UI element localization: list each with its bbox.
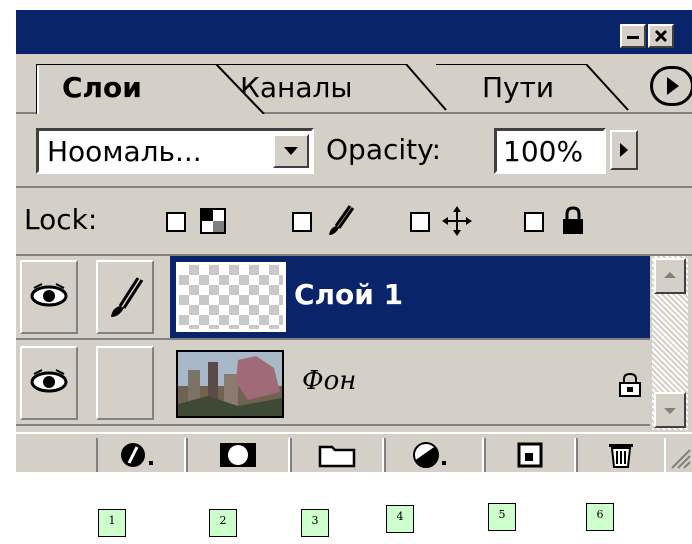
layer-thumbnail <box>176 350 284 418</box>
blend-mode-value: Ноомаль... <box>47 135 202 168</box>
lock-label: Lock: <box>24 203 98 236</box>
minimize-button[interactable] <box>620 24 646 48</box>
bottom-toolbar <box>16 432 692 472</box>
callout-2: 2 <box>209 509 237 537</box>
callout-5: 5 <box>488 503 516 531</box>
layer-style-button[interactable] <box>96 438 186 472</box>
brush-icon <box>329 205 354 235</box>
opacity-slider-button[interactable] <box>610 130 638 170</box>
resize-grip-icon[interactable] <box>666 444 692 470</box>
new-fill-adjustment-button[interactable] <box>384 438 484 472</box>
layer-name: Слой 1 <box>294 278 404 311</box>
lock-all-checkbox[interactable] <box>524 212 544 232</box>
opacity-value: 100% <box>503 135 584 168</box>
callout-6: 6 <box>586 503 614 531</box>
layer-link-toggle[interactable] <box>96 346 154 420</box>
palette-menu-button[interactable] <box>650 66 692 106</box>
title-bar[interactable] <box>16 10 692 54</box>
scroll-up-button[interactable] <box>654 258 686 294</box>
lock-row: Lock: <box>16 188 692 256</box>
mask-icon <box>220 443 256 467</box>
callout-3: 3 <box>301 509 329 537</box>
brush-icon <box>111 277 144 317</box>
blend-mode-dropdown-button[interactable] <box>273 134 309 168</box>
lock-position-checkbox[interactable] <box>410 212 430 232</box>
trash-icon <box>609 444 633 468</box>
layer-lock-icon <box>619 372 641 397</box>
play-arrow-icon <box>667 77 679 95</box>
callout-4: 4 <box>386 505 414 533</box>
vertical-scrollbar[interactable] <box>652 256 688 430</box>
lock-icon <box>563 206 583 234</box>
move-icon <box>442 206 472 236</box>
layer-row[interactable]: Слой 1 <box>16 256 650 340</box>
opacity-field[interactable]: 100% <box>494 128 606 174</box>
new-layer-icon <box>517 442 543 468</box>
layer-name: Фон <box>302 366 357 396</box>
folder-icon <box>318 445 356 468</box>
layer-visibility-toggle[interactable] <box>20 346 78 420</box>
tab-layers[interactable]: Слои <box>36 64 266 114</box>
layers-palette: Каналы Пути Слои Ноомаль... Opacity: 100… <box>14 8 692 472</box>
callout-1: 1 <box>98 509 126 537</box>
tab-layers-label: Слои <box>62 71 142 104</box>
lock-image-pixels-checkbox[interactable] <box>292 212 312 232</box>
blend-mode-select[interactable]: Ноомаль... <box>36 128 314 174</box>
layer-visibility-toggle[interactable] <box>20 260 78 334</box>
tab-paths-label: Пути <box>482 71 555 104</box>
photo-thumbnail-image <box>178 352 282 416</box>
new-layer-button[interactable] <box>484 438 576 472</box>
minimize-icon <box>627 36 639 39</box>
layer-style-icon <box>121 443 153 467</box>
blend-row: Ноомаль... Opacity: 100% <box>16 114 692 188</box>
tab-bar: Каналы Пути Слои <box>16 54 692 114</box>
new-layer-set-button[interactable] <box>290 438 384 472</box>
layer-row[interactable]: Фон <box>16 342 650 426</box>
layer-link-toggle[interactable] <box>96 260 154 334</box>
scroll-down-button[interactable] <box>654 392 686 428</box>
eye-icon <box>30 283 68 307</box>
lock-transparent-pixels-checkbox[interactable] <box>166 212 186 232</box>
tab-paths[interactable]: Пути <box>436 64 646 112</box>
delete-layer-button[interactable] <box>576 438 666 472</box>
arrow-down-icon <box>664 408 676 414</box>
eye-icon <box>30 369 68 393</box>
arrow-right-icon <box>620 143 628 157</box>
transparency-icon <box>200 208 226 234</box>
add-mask-button[interactable] <box>186 438 290 472</box>
arrow-up-icon <box>664 272 676 278</box>
adjustment-circle-icon <box>413 442 446 468</box>
layer-thumbnail <box>176 262 286 332</box>
close-icon <box>654 29 668 43</box>
close-button[interactable] <box>648 24 674 48</box>
chevron-down-icon <box>284 147 298 155</box>
opacity-label: Opacity: <box>326 133 442 166</box>
